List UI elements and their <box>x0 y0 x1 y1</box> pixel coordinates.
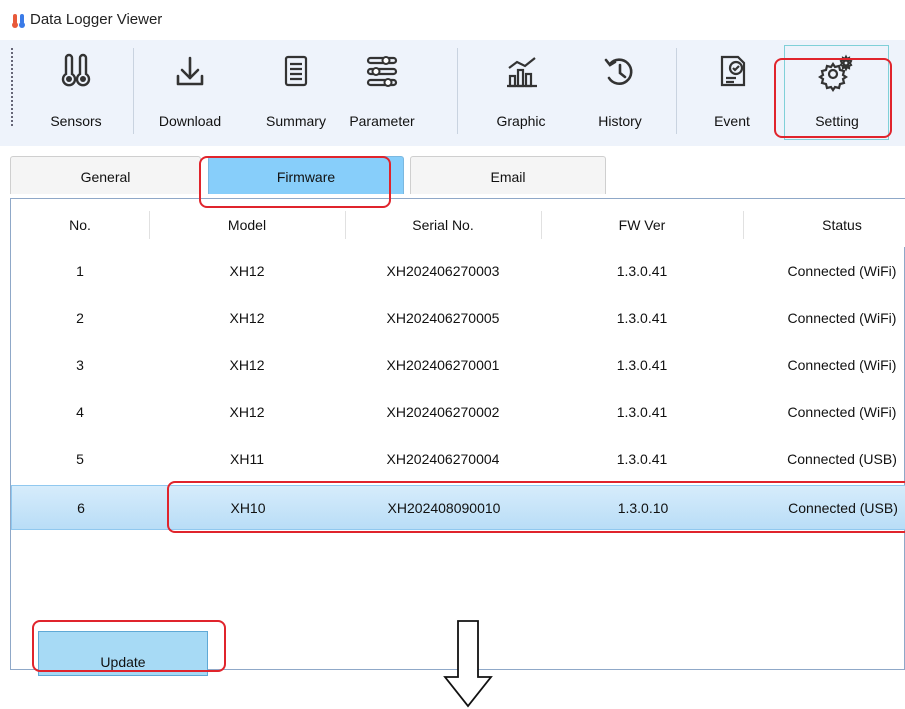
parameter-label: Parameter <box>349 113 415 129</box>
graphic-button[interactable]: Graphic <box>478 40 564 146</box>
sliders-icon <box>366 56 398 87</box>
cell-status: Connected (USB) <box>787 451 897 467</box>
tab-firmware-label: Firmware <box>276 169 336 185</box>
tab-general[interactable]: General <box>10 156 201 194</box>
graphic-label: Graphic <box>496 113 546 129</box>
cell-model: XH12 <box>229 310 265 326</box>
column-header[interactable]: FW Ver <box>541 211 744 239</box>
cell-fw-ver: 1.3.0.41 <box>616 263 668 279</box>
toolbar: Sensors Download Summary Parameter Graph… <box>0 40 905 146</box>
tab-email-label: Email <box>490 169 526 185</box>
table-row[interactable]: 1 XH12 XH202406270003 1.3.0.41 Connected… <box>11 249 905 294</box>
app-thermometer-icon <box>12 14 25 28</box>
cell-model: XH10 <box>230 500 266 516</box>
sensors-label: Sensors <box>50 113 102 129</box>
cell-serial: XH202406270003 <box>386 263 500 279</box>
history-icon <box>604 58 633 85</box>
history-button[interactable]: History <box>580 40 660 146</box>
cell-fw-ver: 1.3.0.41 <box>616 310 668 326</box>
cell-no: 1 <box>76 263 84 279</box>
cell-no: 6 <box>77 500 85 516</box>
update-button[interactable]: Update <box>38 631 208 676</box>
column-header[interactable]: Model <box>149 211 346 239</box>
column-header[interactable]: Status <box>743 211 905 239</box>
column-header[interactable]: Serial No. <box>345 211 542 239</box>
toolbar-separator <box>676 48 677 134</box>
firmware-table: No. Model Serial No. FW Ver Status 1 XH1… <box>10 198 905 670</box>
cell-status: Connected (WiFi) <box>787 310 897 326</box>
column-header[interactable]: No. <box>11 211 150 239</box>
cell-model: XH11 <box>230 451 264 467</box>
cell-serial: XH202408090010 <box>387 500 501 516</box>
toolbar-separator <box>133 48 134 134</box>
tab-firmware[interactable]: Firmware <box>208 156 404 194</box>
summary-label: Summary <box>266 113 326 129</box>
cell-fw-ver: 1.3.0.41 <box>616 357 668 373</box>
cell-fw-ver: 1.3.0.10 <box>617 500 669 516</box>
table-row[interactable]: 2 XH12 XH202406270005 1.3.0.41 Connected… <box>11 296 905 341</box>
download-button[interactable]: Download <box>148 40 232 146</box>
table-row[interactable]: 4 XH12 XH202406270002 1.3.0.41 Connected… <box>11 390 905 435</box>
cell-serial: XH202406270004 <box>386 451 500 467</box>
table-row[interactable]: 3 XH12 XH202406270001 1.3.0.41 Connected… <box>11 343 905 388</box>
summary-button[interactable]: Summary <box>256 40 336 146</box>
cell-model: XH12 <box>229 404 265 420</box>
cell-no: 5 <box>76 451 84 467</box>
cell-no: 2 <box>76 310 84 326</box>
title-bar: Data Logger Viewer <box>0 0 905 40</box>
update-button-label: Update <box>100 654 146 670</box>
cell-status: Connected (WiFi) <box>787 404 897 420</box>
down-arrow-icon <box>443 620 493 708</box>
table-header: No. Model Serial No. FW Ver Status <box>11 199 905 247</box>
toolbar-grip[interactable] <box>11 48 13 126</box>
tab-general-label: General <box>80 169 131 185</box>
sensors-button[interactable]: Sensors <box>38 40 114 146</box>
cell-serial: XH202406270005 <box>386 310 500 326</box>
event-label: Event <box>714 113 750 129</box>
cell-no: 3 <box>76 357 84 373</box>
download-icon <box>176 56 204 86</box>
event-button[interactable]: Event <box>694 40 770 146</box>
cell-status: Connected (USB) <box>788 500 898 516</box>
cell-model: XH12 <box>229 357 265 373</box>
cell-status: Connected (WiFi) <box>787 263 897 279</box>
cell-fw-ver: 1.3.0.41 <box>616 451 668 467</box>
document-list-icon <box>284 55 308 87</box>
tab-email[interactable]: Email <box>410 156 606 194</box>
cell-status: Connected (WiFi) <box>787 357 897 373</box>
parameter-button[interactable]: Parameter <box>340 40 424 146</box>
table-row-selected[interactable]: 6 XH10 XH202408090010 1.3.0.10 Connected… <box>11 485 905 530</box>
window-title: Data Logger Viewer <box>30 11 163 28</box>
bar-line-chart-icon <box>507 57 537 88</box>
table-row[interactable]: 5 XH11 XH202406270004 1.3.0.41 Connected… <box>11 437 905 482</box>
event-checklist-icon <box>720 55 746 87</box>
cell-model: XH12 <box>229 263 265 279</box>
cell-no: 4 <box>76 404 84 420</box>
cell-serial: XH202406270001 <box>386 357 500 373</box>
cell-serial: XH202406270002 <box>386 404 500 420</box>
cell-fw-ver: 1.3.0.41 <box>616 404 668 420</box>
toolbar-separator <box>457 48 458 134</box>
setting-selected-frame <box>784 45 889 140</box>
settings-tabs: General Firmware Email <box>0 148 905 194</box>
download-label: Download <box>158 113 222 129</box>
thermometers-icon <box>61 53 91 87</box>
history-label: History <box>598 113 642 129</box>
